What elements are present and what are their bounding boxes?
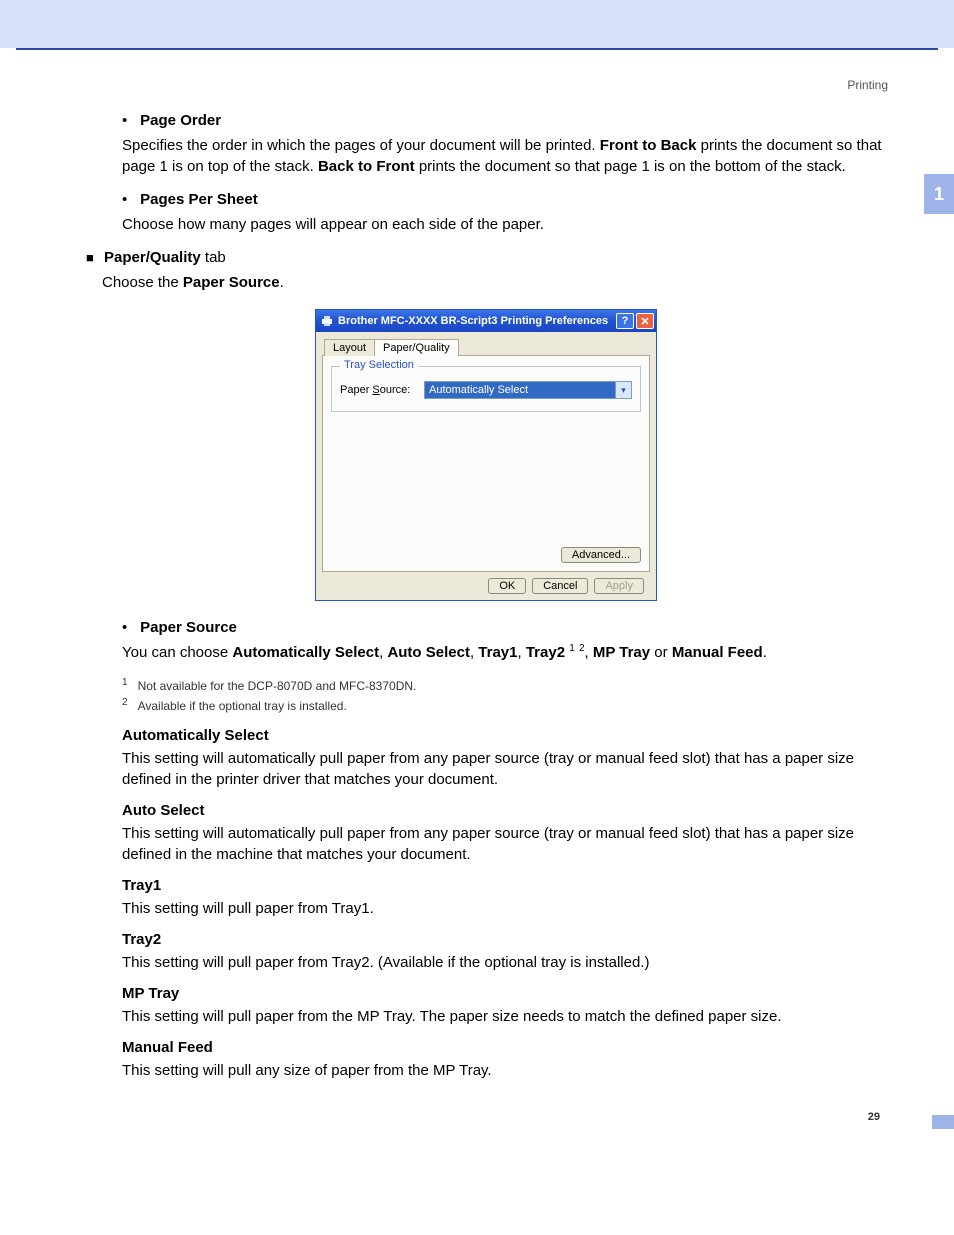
paper-quality-label: Paper/Quality [104,249,201,266]
chapter-tab: 1 [924,174,954,214]
tray1-h: Tray1 [122,877,884,894]
dialog-wrap: Brother MFC-XXXX BR-Script3 Printing Pre… [88,309,884,601]
bullet-icon: • [122,112,136,129]
pages-per-sheet-body: Choose how many pages will appear on eac… [122,214,884,235]
page-order-body: Specifies the order in which the pages o… [122,135,884,177]
paper-quality-sub: Choose the Paper Source. [102,272,884,293]
close-button[interactable]: ✕ [636,313,654,329]
paper-source-title: Paper Source [140,619,237,636]
footnote-text: Available if the optional tray is instal… [138,699,347,713]
bold: Tray2 [526,644,565,661]
bold-front-to-back: Front to Back [600,137,697,154]
advanced-row: Advanced... [561,547,641,563]
paper-source-body: You can choose Automatically Select, Aut… [122,642,884,663]
help-button[interactable]: ? [616,313,634,329]
bold-paper-source: Paper Source [183,274,280,291]
pages-per-sheet-title: Pages Per Sheet [140,191,258,208]
advanced-button[interactable]: Advanced... [561,547,641,563]
text: ource: [380,384,411,396]
bullet-icon: • [122,619,136,636]
page-corner [932,1115,954,1129]
footnote-text: Not available for the DCP-8070D and MFC-… [138,679,417,693]
top-band [0,0,954,48]
auto-h: Auto Select [122,802,884,819]
content: • Page Order Specifies the order in whic… [88,112,894,1123]
text: , [518,644,526,661]
tab-page: Tray Selection Paper Source: Automatical… [322,356,650,572]
dialog-actions: OK Cancel Apply [322,572,650,594]
text: You can choose [122,644,232,661]
tray-selection-group: Tray Selection Paper Source: Automatical… [331,366,641,412]
item-pages-per-sheet: • Pages Per Sheet Choose how many pages … [122,191,884,235]
paper-source-value: Automatically Select [429,384,528,396]
tray2-h: Tray2 [122,931,884,948]
bullet-icon: • [122,191,136,208]
printer-icon [320,314,334,328]
chevron-down-icon[interactable]: ▾ [615,382,631,398]
bold: Manual Feed [672,644,763,661]
text: . [280,274,284,291]
footnote-num: 1 [122,677,128,688]
paper-source-select[interactable]: Automatically Select ▾ [424,381,632,399]
header-section: Printing [88,50,894,112]
text: . [763,644,767,661]
text: Paper [340,384,372,396]
tab-layout[interactable]: Layout [324,339,375,356]
tray1-body: This setting will pull paper from Tray1. [122,898,884,919]
dialog-title: Brother MFC-XXXX BR-Script3 Printing Pre… [338,315,614,327]
page-order-title: Page Order [140,112,221,129]
item-page-order: • Page Order Specifies the order in whic… [122,112,884,177]
cancel-button[interactable]: Cancel [532,578,588,594]
page: Printing 1 • Page Order Specifies the or… [0,50,954,1163]
item-paper-source: • Paper Source You can choose Automatica… [122,619,884,663]
text: or [650,644,672,661]
auto-body: This setting will automatically pull pap… [122,823,884,865]
paper-quality-suffix: tab [201,249,226,266]
manual-h: Manual Feed [122,1039,884,1056]
text: Choose the [102,274,183,291]
paper-quality-block: ■ Paper/Quality tab [86,249,884,266]
auto-select-body: This setting will automatically pull pap… [122,748,884,790]
footnote-1: 1 Not available for the DCP-8070D and MFC… [122,677,884,693]
paper-source-row: Paper Source: Automatically Select ▾ [340,381,632,399]
footnotes: 1 Not available for the DCP-8070D and MFC… [122,677,884,713]
bold: Automatically Select [232,644,379,661]
manual-body: This setting will pull any size of paper… [122,1060,884,1081]
square-icon: ■ [86,250,94,265]
bold-back-to-front: Back to Front [318,158,415,175]
footnote-num: 2 [122,697,128,708]
text: prints the document so that page 1 is on… [415,158,846,175]
text: Specifies the order in which the pages o… [122,137,600,154]
bold: Tray1 [478,644,517,661]
tray-selection-legend: Tray Selection [340,359,418,371]
sup-1: 1 [569,643,575,654]
footnote-2: 2 Available if the optional tray is insta… [122,697,884,713]
tabstrip: Layout Paper/Quality [322,338,650,356]
text-underline: S [372,384,379,396]
paper-source-label: Paper Source: [340,384,424,396]
mptray-h: MP Tray [122,985,884,1002]
mptray-body: This setting will pull paper from the MP… [122,1006,884,1027]
dialog-titlebar[interactable]: Brother MFC-XXXX BR-Script3 Printing Pre… [316,310,656,332]
page-number: 29 [88,1111,884,1123]
auto-select-h: Automatically Select [122,727,884,744]
ok-button[interactable]: OK [488,578,526,594]
text: , [585,644,593,661]
bold: Auto Select [387,644,470,661]
apply-button[interactable]: Apply [594,578,644,594]
dialog-body: Layout Paper/Quality Tray Selection Pape… [316,332,656,600]
printing-preferences-dialog: Brother MFC-XXXX BR-Script3 Printing Pre… [315,309,657,601]
tray2-body: This setting will pull paper from Tray2.… [122,952,884,973]
bold: MP Tray [593,644,650,661]
tab-paper-quality[interactable]: Paper/Quality [374,339,459,356]
